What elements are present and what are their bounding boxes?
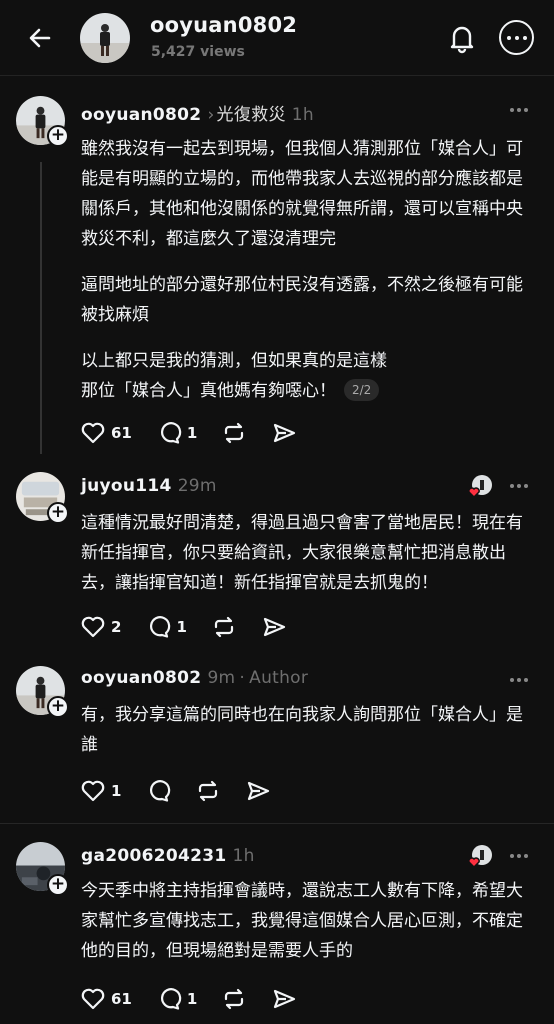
more-icon [510,108,514,112]
heart-icon [81,422,105,444]
like-button[interactable]: 61 [80,987,132,1011]
like-count: 61 [111,424,132,442]
topic-tag[interactable]: 光復救災 [217,105,286,125]
bell-icon [450,26,474,54]
reply-button[interactable]: 1 [156,987,197,1011]
reply-post: + juyou114 29m 這種情況最好問清楚，得過且過只會害了當地居民！現在有… [0,468,554,658]
back-arrow-icon [29,28,51,48]
send-icon [274,423,296,443]
like-button[interactable]: 1 [80,779,121,803]
repost-button[interactable] [211,615,237,639]
comment-icon [160,988,182,1010]
notifications-button[interactable] [444,20,480,56]
post-actions: 61 1 [80,420,321,446]
follow-button[interactable]: + [47,125,69,147]
timestamp: 9m [207,668,236,688]
author-liked-badge [466,474,492,500]
page-indicator: 2/2 [344,379,380,401]
like-count: 2 [111,618,122,636]
post-menu-button[interactable] [510,484,528,488]
reply-count: 1 [176,618,187,636]
heart-icon [81,780,105,802]
reply-button[interactable]: 1 [145,615,187,639]
author-label: Author [249,668,309,688]
repost-icon [225,988,244,1010]
thread-header: ooyuan0802 5,427 views [0,0,554,76]
post-actions: 1 [80,778,295,804]
author-liked-badge [466,844,492,870]
like-count: 1 [111,782,122,800]
chevron-right-icon: › [207,105,215,125]
post-actions: 2 1 [80,614,311,640]
post-body: 雖然我沒有一起去到現場，但我個人猜測那位「媒合人」可能是有明顯的立場的，而他帶我… [81,134,536,406]
timestamp: 1h [232,846,255,866]
more-icon [510,678,514,682]
follow-button[interactable]: + [47,502,69,524]
reply-post: + ga2006204231 1h 今天季中將主持指揮會議時，還說志工人數有下降，… [0,824,554,1024]
post-body: 今天季中將主持指揮會議時，還說志工人數有下降，希望大家幫忙多宣傳找志工，我覺得這… [81,881,523,961]
share-button[interactable] [271,421,297,445]
like-button[interactable]: 2 [80,615,121,639]
avatar[interactable] [80,13,130,63]
reply-count: 1 [186,990,198,1008]
repost-icon [225,422,244,444]
follow-button[interactable]: + [47,874,69,896]
like-count: 61 [111,990,132,1008]
more-icon [510,854,514,858]
username[interactable]: ga2006204231 [81,846,227,866]
thread-post: + ooyuan0802 › 光復救災 1h 雖然我沒有一起去到現場，但我個人猜測那位… [0,76,554,468]
repost-button[interactable] [221,421,247,445]
post-menu-button[interactable] [510,678,528,682]
share-button[interactable] [271,987,297,1011]
repost-button[interactable] [221,987,247,1011]
username[interactable]: ooyuan0802 [81,105,201,125]
heart-icon [81,616,105,638]
username[interactable]: juyou114 [81,476,172,496]
reply-post: + ooyuan0802 9m · Author 有，我分享這篇的同時也在向我家人詢問… [0,658,554,824]
post-menu-button[interactable] [510,108,528,112]
page-title[interactable]: ooyuan0802 [150,13,297,37]
repost-icon [199,780,218,802]
comment-icon [150,616,171,638]
reply-count: 1 [186,424,198,442]
send-icon [263,617,285,637]
comment-icon [160,422,182,444]
post-actions: 61 1 [80,986,321,1012]
reply-button[interactable]: 1 [156,421,197,445]
like-button[interactable]: 61 [80,421,132,445]
more-options-button[interactable] [499,20,534,55]
post-paragraph: 以上都只是我的猜測，但如果真的是這樣 那位「媒合人」真他媽有夠噁心！ [81,351,387,401]
follow-button[interactable]: + [47,696,69,718]
repost-icon [214,616,233,638]
username[interactable]: ooyuan0802 [81,668,201,688]
send-icon [274,989,296,1009]
view-count: 5,427 views [151,44,245,60]
heart-icon [81,988,105,1010]
more-icon [510,484,514,488]
more-icon [506,35,511,40]
comment-icon [150,780,171,802]
back-button[interactable] [22,20,58,56]
share-button[interactable] [261,615,287,639]
post-body: 這種情況最好問清楚，得過且過只會害了當地居民！現在有新任指揮官，你只要給資訊，大… [81,513,523,593]
send-icon [248,781,270,801]
repost-button[interactable] [195,779,221,803]
post-paragraph: 雖然我沒有一起去到現場，但我個人猜測那位「媒合人」可能是有明顯的立場的，而他帶我… [81,139,523,249]
post-menu-button[interactable] [510,854,528,858]
thread-line [40,162,42,454]
reply-button[interactable] [145,779,171,803]
share-button[interactable] [245,779,271,803]
post-paragraph: 逼問地址的部分還好那位村民沒有透露，不然之後極有可能被找麻煩 [81,275,523,325]
timestamp: 1h [291,105,314,125]
post-body: 有，我分享這篇的同時也在向我家人詢問那位「媒合人」是誰 [81,705,523,755]
timestamp: 29m [177,476,217,496]
